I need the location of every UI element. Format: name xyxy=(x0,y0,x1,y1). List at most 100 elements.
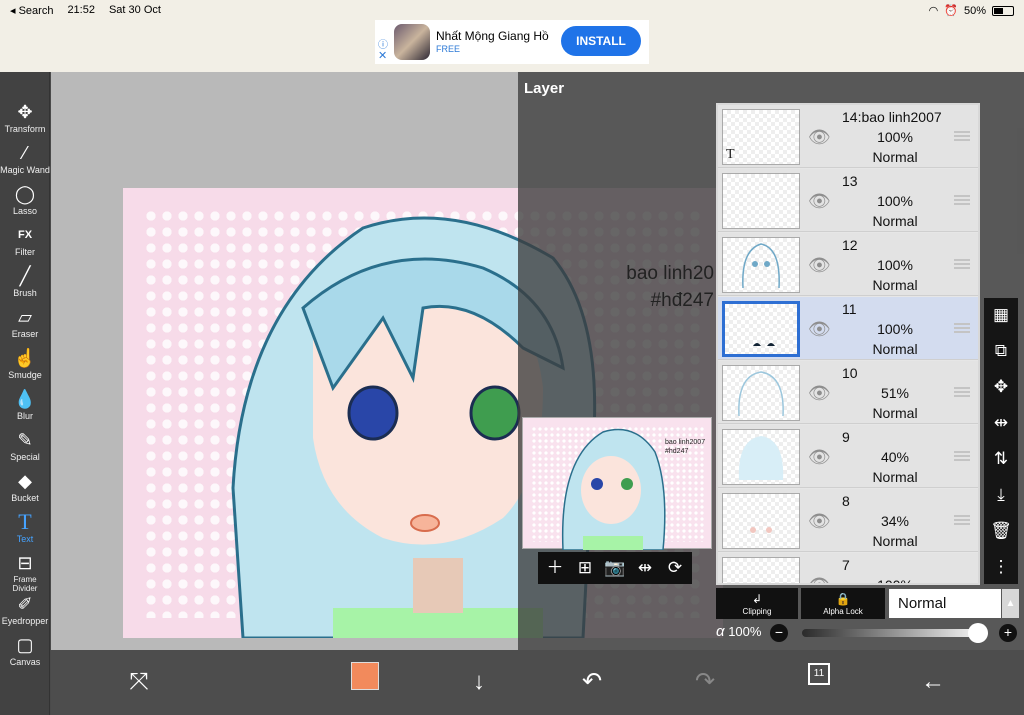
layer-row[interactable]: 👁 7 100% xyxy=(718,553,978,585)
undo-icon[interactable]: ↶ xyxy=(572,662,612,702)
layer-row[interactable]: 👁 8 34% Normal xyxy=(718,489,978,552)
smudge-icon: ☝ xyxy=(13,348,37,368)
layer-name: 12 xyxy=(842,237,858,253)
flip-icon[interactable]: ⇹ xyxy=(630,552,660,584)
camera-icon[interactable]: 📷 xyxy=(600,552,630,584)
flip-horizontal-icon[interactable]: ⇹ xyxy=(984,406,1018,440)
fx-icon: FX xyxy=(17,229,33,241)
blend-mode-select[interactable]: Normal xyxy=(889,589,1001,618)
layer-row[interactable]: T 👁 14:bao linh2007 100% Normal xyxy=(718,105,978,168)
layer-row[interactable]: 👁 12 100% Normal xyxy=(718,233,978,296)
layer-row[interactable]: 👁 9 40% Normal xyxy=(718,425,978,488)
tool-text[interactable]: T Text xyxy=(0,510,50,550)
tool-filter[interactable]: FX Filter xyxy=(0,223,50,263)
sketch-thumbnail xyxy=(738,436,784,480)
add-copy-layer-icon[interactable]: ⊞ xyxy=(570,552,600,584)
install-button[interactable]: INSTALL xyxy=(561,26,641,56)
layer-opacity: 100% xyxy=(877,193,913,209)
opacity-slider[interactable] xyxy=(802,623,988,643)
drag-handle-icon[interactable] xyxy=(954,387,970,397)
tool-bucket[interactable]: ◆ Bucket xyxy=(0,469,50,509)
merge-down-icon[interactable]: ⤓ xyxy=(984,478,1018,512)
layer-thumbnail xyxy=(722,429,800,485)
ad-title: Nhất Mộng Giang Hồ xyxy=(436,29,549,43)
blend-mode-arrow-icon[interactable]: ▲ xyxy=(1002,589,1019,618)
bottom-toolbar: ⤧ ↓ ↶ ↷ 11 ← xyxy=(51,650,1024,715)
canvas-preview[interactable]: bao linh2007 #hd247 xyxy=(522,417,712,550)
clipping-button[interactable]: ↲ Clipping xyxy=(716,588,798,619)
tool-smudge[interactable]: ☝ Smudge xyxy=(0,346,50,386)
reference-icon[interactable]: ⧉ xyxy=(984,334,1018,368)
tool-eyedropper[interactable]: ✐ Eyedropper xyxy=(0,592,50,632)
layer-opacity: 34% xyxy=(880,513,910,529)
more-icon[interactable]: ⋮ xyxy=(984,550,1018,584)
opacity-plus-button[interactable]: + xyxy=(999,624,1017,642)
tool-lasso[interactable]: ◯ Lasso xyxy=(0,182,50,222)
tool-magic-wand[interactable]: ⁄ Magic Wand xyxy=(0,141,50,181)
layer-list[interactable]: T 👁 14:bao linh2007 100% Normal 👁 13 100… xyxy=(716,103,980,585)
slider-knob[interactable] xyxy=(968,623,988,643)
rotate-icon[interactable]: ⟳ xyxy=(660,552,690,584)
flip-vertical-icon[interactable]: ⇅ xyxy=(984,442,1018,476)
sketch-thumbnail xyxy=(742,243,780,289)
layer-blend: Normal xyxy=(872,341,918,357)
brush-switch-icon[interactable]: ⤧ xyxy=(119,662,159,702)
eye-icon[interactable]: 👁 xyxy=(808,191,831,212)
tool-blur[interactable]: 💧 Blur xyxy=(0,387,50,427)
tool-frame-divider[interactable]: ⊟ Frame Divider xyxy=(0,551,50,593)
opacity-readout: α 100% xyxy=(716,623,762,640)
transparent-layer-icon[interactable]: ▦ xyxy=(984,298,1018,332)
ad-close-icon[interactable]: ✕ xyxy=(378,49,387,62)
eye-icon[interactable]: 👁 xyxy=(808,511,831,532)
eye-icon[interactable]: 👁 xyxy=(808,575,831,583)
layer-row-selected[interactable]: 👁 11 100% Normal xyxy=(718,297,978,360)
layer-row[interactable]: 👁 13 100% Normal xyxy=(718,169,978,232)
redo-icon[interactable]: ↷ xyxy=(685,662,725,702)
layer-blend: Normal xyxy=(872,469,918,485)
tool-sidebar: ✥ Transform ⁄ Magic Wand ◯ Lasso FX Filter ╱… xyxy=(0,72,50,715)
layer-opacity: 100% xyxy=(877,129,913,145)
tool-brush[interactable]: ╱ Brush xyxy=(0,264,50,304)
sketch-thumbnail xyxy=(753,343,775,346)
layer-thumbnail xyxy=(722,237,800,293)
drag-handle-icon[interactable] xyxy=(954,195,970,205)
layer-opacity: 100% xyxy=(877,577,913,585)
tool-special[interactable]: ✎ Special xyxy=(0,428,50,468)
top-area: ◂ Search 21:52 Sat 30 Oct ◠ ⏰ 50% ⓘ ✕ Nh… xyxy=(0,0,1024,72)
delete-icon[interactable]: 🗑 xyxy=(984,514,1018,548)
status-bar: ◂ Search 21:52 Sat 30 Oct ◠ ⏰ 50% xyxy=(0,0,1024,20)
eye-icon[interactable]: 👁 xyxy=(808,383,831,404)
drag-handle-icon[interactable] xyxy=(954,259,970,269)
color-swatch[interactable] xyxy=(351,662,379,690)
preview-toolbar: ＋ ⊞ 📷 ⇹ ⟳ xyxy=(538,552,692,584)
clipping-icon: ↲ xyxy=(751,591,763,606)
layer-opacity: 51% xyxy=(880,385,910,401)
eye-icon[interactable]: 👁 xyxy=(808,127,831,148)
tool-transform[interactable]: ✥ Transform xyxy=(0,100,50,140)
eye-icon[interactable]: 👁 xyxy=(808,255,831,276)
eye-icon[interactable]: 👁 xyxy=(808,319,831,340)
drag-handle-icon[interactable] xyxy=(954,451,970,461)
layer-panel: Layer bao linh20 #hđ247 T 👁 14:bao linh2… xyxy=(518,72,1024,650)
drag-handle-icon[interactable] xyxy=(954,131,970,141)
back-to-search[interactable]: ◂ Search xyxy=(10,4,53,17)
alpha-lock-button[interactable]: 🔒 Alpha Lock xyxy=(801,588,885,619)
layer-row[interactable]: 👁 10 51% Normal xyxy=(718,361,978,424)
opacity-minus-button[interactable]: − xyxy=(770,624,788,642)
move-layer-icon[interactable]: ✥ xyxy=(984,370,1018,404)
eye-icon[interactable]: 👁 xyxy=(808,447,831,468)
canvas-icon: ▢ xyxy=(16,635,34,655)
layers-count-button[interactable]: 11 xyxy=(808,663,830,685)
drag-handle-icon[interactable] xyxy=(954,515,970,525)
add-layer-icon[interactable]: ＋ xyxy=(540,552,570,584)
special-icon: ✎ xyxy=(17,430,33,450)
down-arrow-icon[interactable]: ↓ xyxy=(459,662,499,702)
back-arrow-icon[interactable]: ← xyxy=(913,662,953,702)
drag-handle-icon[interactable] xyxy=(954,323,970,333)
tool-canvas[interactable]: ▢ Canvas xyxy=(0,633,50,673)
tool-eraser[interactable]: ▱ Eraser xyxy=(0,305,50,345)
ad-app-icon xyxy=(394,24,430,60)
layer-blend: Normal xyxy=(872,149,918,165)
layer-thumbnail xyxy=(722,365,800,421)
ad-banner[interactable]: ⓘ ✕ Nhất Mộng Giang Hồ FREE INSTALL xyxy=(375,20,649,64)
